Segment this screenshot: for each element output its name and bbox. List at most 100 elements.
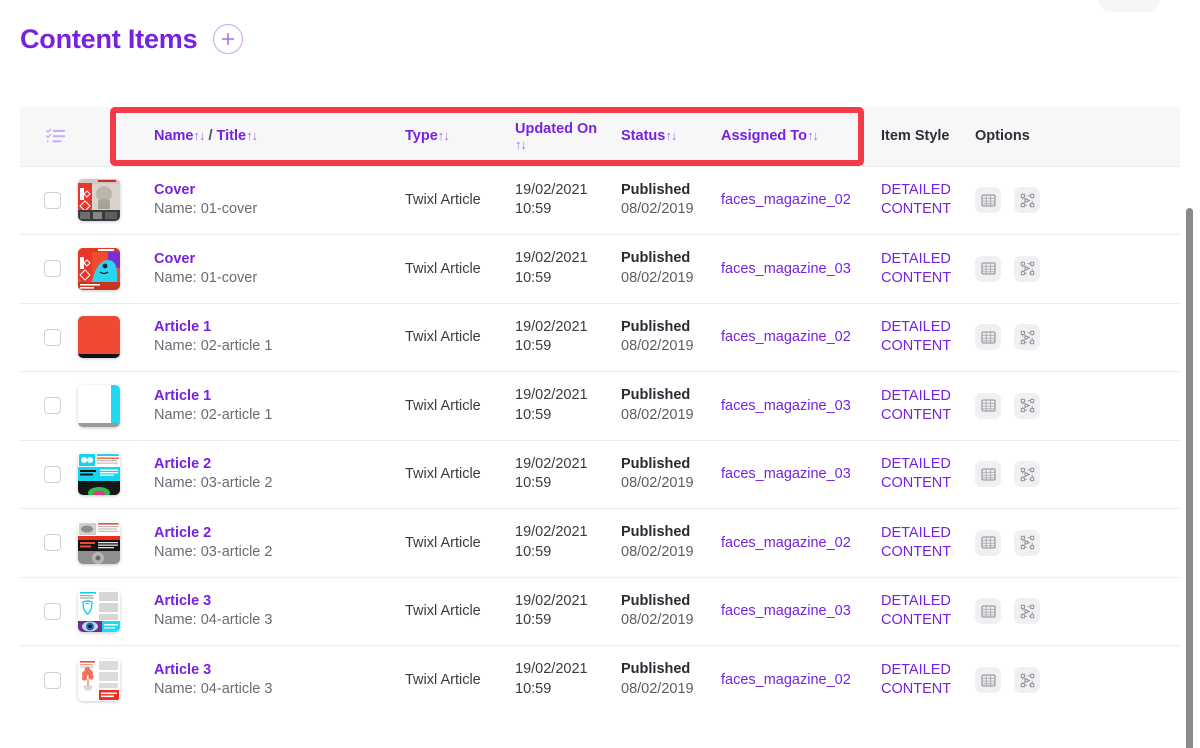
row-option-crop-transform-button[interactable]: [1014, 187, 1040, 214]
thumbnail-image: [78, 590, 120, 633]
row-item-style-cell[interactable]: DETAILED CONTENT: [881, 439, 975, 509]
row-item-style-cell[interactable]: DETAILED CONTENT: [881, 165, 975, 235]
row-status-date: 08/02/2019: [621, 612, 694, 629]
column-header-name-title[interactable]: Name↑↓ / Title↑↓: [130, 107, 405, 166]
row-option-crop-transform-button[interactable]: [1014, 598, 1040, 625]
row-item-title[interactable]: Cover: [154, 250, 405, 269]
sort-icon-assigned-to[interactable]: ↑↓: [807, 128, 819, 143]
row-checkbox[interactable]: [44, 534, 61, 552]
row-assigned-to-cell[interactable]: faces_magazine_03: [721, 371, 881, 440]
row-updated-cell: 19/02/2021 10:59: [515, 371, 621, 440]
thumbnail[interactable]: [78, 590, 120, 633]
row-select-cell[interactable]: [20, 302, 78, 372]
sort-icon-type[interactable]: ↑↓: [438, 128, 450, 143]
row-item-style-cell[interactable]: DETAILED CONTENT: [881, 371, 975, 440]
row-options-cell: [975, 371, 1180, 440]
table-row[interactable]: Cover Name: 01-cover Twixl Article 19/02…: [20, 165, 1180, 235]
row-checkbox[interactable]: [44, 465, 61, 483]
table-row[interactable]: Article 1 Name: 02-article 1 Twixl Artic…: [20, 302, 1180, 372]
row-option-crop-transform-button[interactable]: [1014, 392, 1040, 419]
row-item-style-line2: CONTENT: [881, 475, 952, 492]
column-header-status[interactable]: Status↑↓: [621, 107, 721, 166]
row-option-table-layout-button[interactable]: [975, 598, 1001, 625]
column-header-select[interactable]: [20, 107, 78, 166]
row-checkbox[interactable]: [44, 260, 61, 278]
row-select-cell[interactable]: [20, 645, 78, 714]
row-item-style-cell[interactable]: DETAILED CONTENT: [881, 508, 975, 577]
row-checkbox[interactable]: [44, 397, 61, 415]
row-option-table-layout-button[interactable]: [975, 529, 1001, 556]
row-option-table-layout-button[interactable]: [975, 392, 1001, 419]
row-checkbox[interactable]: [44, 191, 61, 209]
row-option-crop-transform-button[interactable]: [1014, 255, 1040, 282]
row-item-title[interactable]: Article 3: [154, 661, 405, 680]
table-row[interactable]: Article 3 Name: 04-article 3 Twixl Artic…: [20, 576, 1180, 646]
scrollbar-track[interactable]: [1186, 104, 1197, 748]
row-item-title[interactable]: Article 2: [154, 524, 405, 543]
row-assigned-to-cell[interactable]: faces_magazine_03: [721, 576, 881, 646]
thumbnail[interactable]: [78, 179, 120, 222]
thumbnail[interactable]: [78, 521, 120, 564]
row-select-cell[interactable]: [20, 439, 78, 509]
row-assigned-to-cell[interactable]: faces_magazine_02: [721, 645, 881, 714]
row-option-crop-transform-button[interactable]: [1014, 667, 1040, 693]
row-item-title[interactable]: Article 1: [154, 387, 405, 406]
table-row[interactable]: Article 3 Name: 04-article 3 Twixl Artic…: [20, 645, 1180, 714]
row-select-cell[interactable]: [20, 371, 78, 440]
row-updated-cell: 19/02/2021 10:59: [515, 645, 621, 714]
table-row[interactable]: Article 1 Name: 02-article 1 Twixl Artic…: [20, 371, 1180, 440]
row-option-crop-transform-button[interactable]: [1014, 529, 1040, 556]
row-type-cell: Twixl Article: [405, 165, 515, 235]
row-item-style-cell[interactable]: DETAILED CONTENT: [881, 234, 975, 303]
row-select-cell[interactable]: [20, 576, 78, 646]
row-checkbox[interactable]: [44, 671, 61, 689]
row-checkbox[interactable]: [44, 328, 61, 346]
row-thumbnail-cell: [78, 165, 130, 235]
thumbnail[interactable]: [78, 453, 120, 496]
row-assigned-to-cell[interactable]: faces_magazine_02: [721, 302, 881, 372]
row-item-style-cell[interactable]: DETAILED CONTENT: [881, 302, 975, 372]
row-assigned-to-cell[interactable]: faces_magazine_03: [721, 234, 881, 303]
row-option-table-layout-button[interactable]: [975, 187, 1001, 214]
column-header-type[interactable]: Type↑↓: [405, 107, 515, 166]
sort-icon-title[interactable]: ↑↓: [246, 128, 258, 143]
row-option-crop-transform-button[interactable]: [1014, 324, 1040, 351]
row-assigned-to-cell[interactable]: faces_magazine_02: [721, 165, 881, 235]
thumbnail[interactable]: [78, 384, 120, 427]
sort-icon-status[interactable]: ↑↓: [665, 128, 677, 143]
add-content-item-button[interactable]: [213, 24, 244, 54]
row-option-table-layout-button[interactable]: [975, 667, 1001, 693]
row-item-title[interactable]: Article 2: [154, 455, 405, 474]
row-option-crop-transform-button[interactable]: [1014, 461, 1040, 488]
row-checkbox[interactable]: [44, 602, 61, 620]
thumbnail[interactable]: [78, 247, 120, 290]
table-header: Name↑↓ / Title↑↓ Type↑↓ Updated On ↑↓ Stat…: [20, 107, 1180, 166]
row-item-style-cell[interactable]: DETAILED CONTENT: [881, 576, 975, 646]
row-assigned-to-cell[interactable]: faces_magazine_03: [721, 439, 881, 509]
row-item-title[interactable]: Article 1: [154, 318, 405, 337]
table-row[interactable]: Article 2 Name: 03-article 2 Twixl Artic…: [20, 439, 1180, 509]
row-select-cell[interactable]: [20, 234, 78, 303]
row-item-title[interactable]: Cover: [154, 181, 405, 200]
row-item-title[interactable]: Article 3: [154, 592, 405, 611]
table-row[interactable]: Cover Name: 01-cover Twixl Article 19/02…: [20, 234, 1180, 303]
row-option-table-layout-button[interactable]: [975, 324, 1001, 351]
row-select-cell[interactable]: [20, 165, 78, 235]
row-item-style-cell[interactable]: DETAILED CONTENT: [881, 645, 975, 714]
table-row[interactable]: Article 2 Name: 03-article 2 Twixl Artic…: [20, 508, 1180, 577]
column-header-updated-on[interactable]: Updated On ↑↓: [515, 107, 621, 166]
row-status-date: 08/02/2019: [621, 681, 694, 697]
row-option-table-layout-button[interactable]: [975, 255, 1001, 282]
row-assigned-to-cell[interactable]: faces_magazine_02: [721, 508, 881, 577]
sort-icon-updated-on[interactable]: ↑↓: [515, 137, 621, 152]
sort-icon-name[interactable]: ↑↓: [194, 128, 206, 143]
column-header-item-style: Item Style: [881, 107, 975, 166]
thumbnail[interactable]: [78, 659, 120, 701]
row-option-table-layout-button[interactable]: [975, 461, 1001, 488]
column-header-assigned-to[interactable]: Assigned To↑↓: [721, 107, 881, 166]
scrollbar-thumb[interactable]: [1186, 208, 1193, 748]
page-header: Content Items: [20, 24, 244, 54]
row-type-cell: Twixl Article: [405, 576, 515, 646]
thumbnail[interactable]: [78, 316, 120, 359]
row-select-cell[interactable]: [20, 508, 78, 577]
